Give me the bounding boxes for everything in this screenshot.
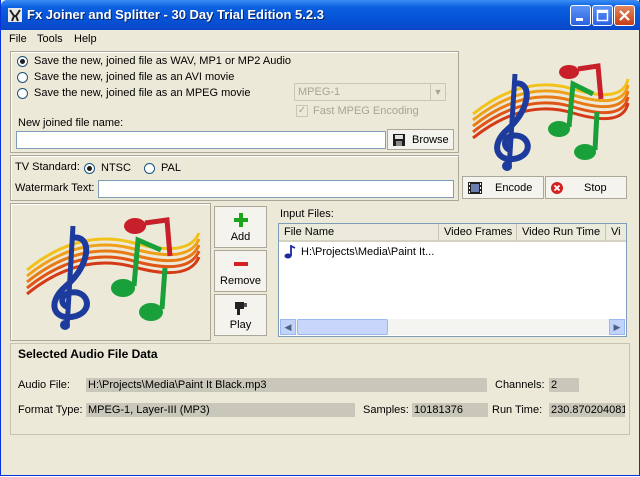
format-type-label: Format Type:	[18, 404, 83, 416]
radio-ntsc[interactable]	[84, 162, 95, 174]
maximize-icon	[596, 9, 609, 22]
encode-button[interactable]: Encode	[462, 176, 544, 199]
option-mpeg[interactable]: Save the new, joined file as an MPEG mov…	[17, 86, 250, 100]
encode-film-icon	[468, 181, 482, 194]
option-mpeg-label: Save the new, joined file as an MPEG mov…	[34, 87, 251, 99]
format-type-value: MPEG-1, Layer-III (MP3)	[86, 403, 355, 417]
scroll-left-icon[interactable]: ◀	[280, 319, 296, 335]
main-window: Fx Joiner and Splitter - 30 Day Trial Ed…	[0, 0, 640, 476]
horizontal-scrollbar[interactable]: ◀ ▶	[280, 319, 625, 335]
option-ntsc[interactable]: NTSC	[84, 161, 131, 175]
input-files-list[interactable]: File Name Video Frames Video Run Time Vi…	[278, 223, 627, 337]
title-bar[interactable]: Fx Joiner and Splitter - 30 Day Trial Ed…	[1, 0, 640, 30]
chevron-down-icon: ▼	[430, 84, 445, 100]
remove-icon	[233, 261, 248, 266]
audio-file-value: H:\Projects\Media\Paint It Black.mp3	[86, 378, 487, 392]
column-vi[interactable]: Vi	[606, 224, 626, 242]
close-button[interactable]	[614, 5, 635, 26]
add-label: Add	[230, 230, 251, 243]
list-item-file-name: H:\Projects\Media\Paint It...	[301, 246, 435, 258]
fast-encoding-label: Fast MPEG Encoding	[313, 105, 419, 117]
run-time-label: Run Time:	[492, 404, 543, 416]
browse-button[interactable]: Browse	[387, 129, 454, 150]
channels-label: Channels:	[495, 379, 545, 391]
input-files-label: Input Files:	[280, 208, 334, 220]
menu-tools[interactable]: Tools	[37, 33, 63, 45]
samples-label: Samples:	[363, 404, 409, 416]
remove-button[interactable]: Remove	[214, 250, 267, 292]
music-note-icon	[284, 245, 296, 259]
watermark-label: Watermark Text:	[15, 182, 95, 194]
column-file-name[interactable]: File Name	[279, 224, 439, 242]
new-file-label: New joined file name:	[18, 117, 124, 129]
play-icon	[234, 301, 247, 315]
option-avi[interactable]: Save the new, joined file as an AVI movi…	[17, 70, 234, 84]
mpeg-format-value: MPEG-1	[298, 86, 341, 98]
pal-label: PAL	[161, 162, 181, 174]
app-icon	[8, 8, 22, 22]
column-video-frames[interactable]: Video Frames	[439, 224, 517, 242]
stop-label: Stop	[584, 181, 607, 194]
ntsc-label: NTSC	[101, 162, 131, 174]
audio-file-label: Audio File:	[18, 379, 70, 391]
minimize-button[interactable]	[570, 5, 591, 26]
music-notes-image	[26, 217, 201, 330]
stop-button[interactable]: Stop	[545, 176, 627, 199]
radio-audio[interactable]	[17, 55, 28, 67]
add-button[interactable]: Add	[214, 206, 267, 248]
list-item[interactable]: H:\Projects\Media\Paint It...	[284, 244, 434, 260]
radio-mpeg[interactable]	[17, 87, 28, 99]
scroll-right-icon[interactable]: ▶	[609, 319, 625, 335]
channels-value: 2	[549, 378, 579, 392]
selected-heading: Selected Audio File Data	[18, 347, 158, 361]
option-avi-label: Save the new, joined file as an AVI movi…	[34, 71, 235, 83]
remove-label: Remove	[220, 274, 261, 287]
add-icon	[233, 212, 248, 227]
music-notes-image	[472, 63, 630, 171]
browse-label: Browse	[412, 133, 449, 146]
minimize-icon	[576, 18, 583, 21]
column-video-run-time[interactable]: Video Run Time	[517, 224, 606, 242]
tv-standard-label: TV Standard:	[15, 161, 80, 173]
samples-value: 10181376	[412, 403, 488, 417]
radio-avi[interactable]	[17, 71, 28, 83]
mpeg-format-select[interactable]: MPEG-1 ▼	[294, 83, 446, 101]
option-pal[interactable]: PAL	[144, 161, 181, 175]
option-audio[interactable]: Save the new, joined file as WAV, MP1 or…	[17, 54, 291, 68]
window-title: Fx Joiner and Splitter - 30 Day Trial Ed…	[27, 7, 324, 22]
browse-disk-icon	[393, 133, 405, 146]
maximize-button[interactable]	[592, 5, 613, 26]
run-time-value: 230.870204081	[549, 403, 625, 417]
watermark-input[interactable]	[98, 180, 454, 198]
menu-bar: File Tools Help	[1, 30, 639, 49]
scrollbar-thumb[interactable]	[297, 319, 388, 335]
play-label: Play	[229, 318, 252, 331]
option-audio-label: Save the new, joined file as WAV, MP1 or…	[34, 55, 292, 67]
fast-encoding-checkbox[interactable]: ✓	[296, 105, 308, 117]
play-button[interactable]: Play	[214, 294, 267, 336]
menu-help[interactable]: Help	[74, 33, 97, 45]
stop-icon	[551, 181, 563, 194]
new-file-input[interactable]	[16, 131, 386, 149]
menu-file[interactable]: File	[9, 33, 27, 45]
close-icon	[619, 10, 630, 21]
encode-label: Encode	[495, 181, 533, 194]
radio-pal[interactable]	[144, 162, 155, 174]
